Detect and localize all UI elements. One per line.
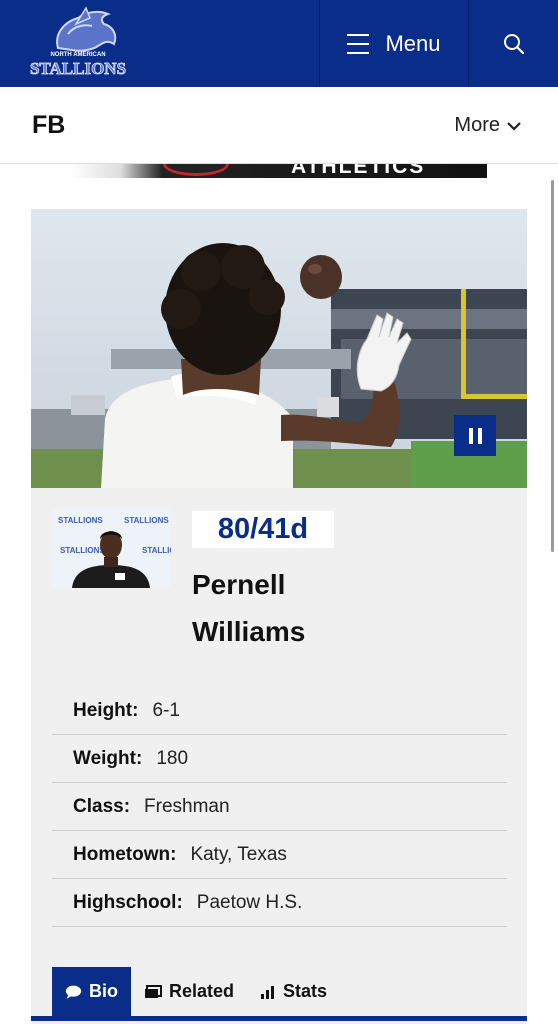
svg-text:STALLIONS: STALLIONS	[60, 546, 105, 555]
top-nav-bar: NORTH AMERICAN STALLIONS Menu	[0, 0, 558, 87]
gallery-icon	[145, 984, 162, 998]
fact-value: Paetow H.S.	[196, 891, 303, 913]
svg-text:STALLIONS: STALLIONS	[30, 59, 126, 78]
search-button[interactable]	[469, 0, 558, 87]
pause-icon	[468, 427, 473, 444]
player-name: Pernell Williams	[192, 561, 305, 655]
player-headshot: STALLIONS STALLIONS STALLIONS STALLIONS	[52, 509, 171, 588]
sponsor-badge	[163, 164, 229, 176]
sport-subnav: FB More	[0, 87, 558, 164]
fact-label: Height:	[73, 699, 139, 721]
fact-value: 180	[156, 747, 189, 769]
player-first-name: Pernell	[192, 569, 286, 600]
fact-label: Hometown:	[73, 843, 177, 865]
search-icon	[503, 33, 524, 54]
player-last-name: Williams	[192, 616, 306, 647]
fact-row-height: Height: 6-1	[52, 687, 507, 735]
fact-row-highschool: Highschool: Paetow H.S.	[52, 879, 507, 927]
more-label: More	[454, 114, 500, 136]
hamburger-icon	[347, 33, 370, 54]
profile-tabs: Bio Related Stats	[52, 967, 340, 1016]
fact-row-weight: Weight: 180	[52, 735, 507, 783]
bar-chart-icon	[261, 985, 275, 999]
svg-text:NORTH AMERICAN: NORTH AMERICAN	[50, 52, 105, 58]
fact-value: Katy, Texas	[190, 843, 287, 865]
tab-bio[interactable]: Bio	[52, 967, 131, 1016]
tab-label: Stats	[283, 981, 328, 1001]
fact-value: Freshman	[144, 795, 230, 817]
fact-row-class: Class: Freshman	[52, 783, 507, 831]
jersey-number-position: 80/41d	[192, 511, 334, 548]
svg-text:STALLIONS: STALLIONS	[142, 546, 171, 555]
fact-row-hometown: Hometown: Katy, Texas	[52, 831, 507, 879]
chevron-down-icon	[507, 121, 521, 131]
tabs-underline	[31, 1016, 527, 1021]
tab-stats[interactable]: Stats	[247, 967, 340, 1016]
fact-value: 6-1	[152, 699, 180, 721]
banner-text: ATHLETICS	[291, 164, 426, 178]
tab-label: Bio	[89, 981, 118, 1001]
menu-button[interactable]: Menu	[320, 0, 468, 87]
tab-related[interactable]: Related	[131, 967, 247, 1016]
player-card: STALLIONS STALLIONS STALLIONS STALLIONS …	[31, 209, 527, 1024]
svg-text:STALLIONS: STALLIONS	[58, 516, 103, 525]
menu-label: Menu	[385, 30, 441, 56]
sponsor-banner[interactable]: ATHLETICS	[71, 164, 487, 178]
more-dropdown[interactable]: More	[454, 114, 522, 137]
fact-label: Weight:	[73, 747, 143, 769]
page-scrollbar[interactable]	[551, 180, 554, 552]
fact-label: Class:	[73, 795, 131, 817]
player-facts-list: Height: 6-1 Weight: 180 Class: Freshman …	[52, 687, 507, 927]
fact-label: Highschool:	[73, 891, 183, 913]
chat-bubble-icon	[65, 985, 82, 999]
pause-button[interactable]	[454, 415, 496, 456]
player-action-photo	[31, 209, 527, 488]
sport-title: FB	[32, 111, 66, 139]
stallions-logo[interactable]: NORTH AMERICAN STALLIONS	[28, 4, 128, 82]
svg-text:STALLIONS: STALLIONS	[124, 516, 169, 525]
tab-label: Related	[169, 981, 235, 1001]
